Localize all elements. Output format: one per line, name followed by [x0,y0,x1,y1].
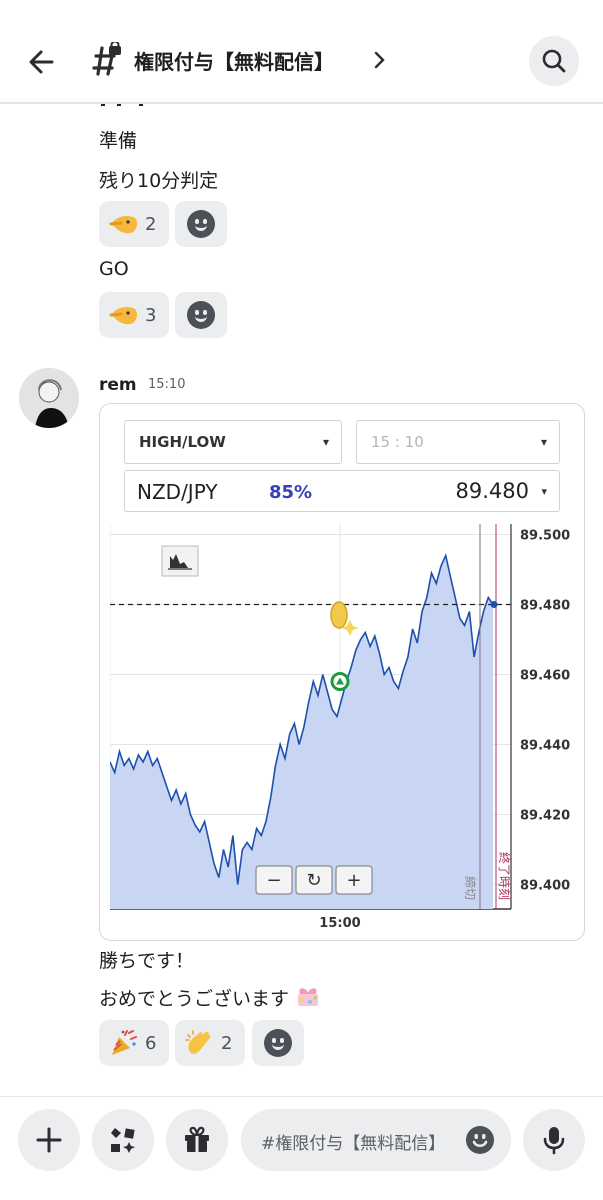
voice-message-button[interactable] [523,1109,585,1171]
search-icon [542,49,566,73]
apps-button[interactable] [92,1109,154,1171]
locked-channel-icon [88,40,124,78]
current-rate: 89.480 [455,479,529,503]
message-timestamp: 15:10 [148,377,186,392]
plus-icon: + [346,870,361,891]
back-button[interactable] [22,42,62,82]
arrow-left-icon [29,50,54,74]
trade-type-select[interactable]: HIGH/LOW ▾ [124,420,342,464]
minus-icon: − [266,870,281,891]
add-reaction-button[interactable] [175,292,227,338]
author-name[interactable]: rem [99,375,137,395]
dropdown-caret-icon: ▾ [541,485,547,498]
cutoff-label: 締切 [463,876,478,900]
plus-icon [36,1127,62,1153]
y-tick-label: 89.440 [520,739,570,754]
emoji-icon [466,1126,494,1154]
y-tick-label: 89.460 [520,669,570,684]
y-tick-label: 89.500 [520,529,570,544]
reaction-pill[interactable]: 2 [175,1020,245,1066]
zoom-reset-button[interactable]: ↻ [295,865,333,895]
y-tick-label: 89.420 [520,809,570,824]
zoom-in-button[interactable]: + [335,865,373,895]
x-axis-labels: 15:00 [319,916,360,931]
currency-pair-select[interactable]: NZD/JPY 85% 89.480 ▾ [124,470,560,512]
emoji-picker-button[interactable] [465,1125,495,1155]
reaction-pill[interactable]: 6 [99,1020,169,1066]
message-input[interactable]: #権限付与【無料配信】 [241,1109,511,1171]
entry-up-marker-icon [330,672,350,691]
message-input-placeholder: #権限付与【無料配信】 [261,1134,446,1154]
clipped-text-fragment [99,104,159,110]
party-popper-icon [112,1030,137,1055]
chevron-right-icon[interactable] [370,48,390,72]
reaction-count: 2 [221,1032,233,1054]
message-text: GO [99,258,129,280]
reaction-count: 2 [145,213,157,235]
refresh-icon: ↻ [306,870,321,891]
pointing-face-icon [109,307,138,325]
y-tick-label: 89.400 [520,879,570,894]
expiry-time-label: 15 : 10 [371,433,424,451]
currency-pair: NZD/JPY [137,480,218,504]
channel-header: 権限付与【無料配信】 [0,0,603,104]
x-tick-label: 15:00 [319,916,360,931]
clapping-hands-icon [185,1030,211,1054]
channel-title[interactable]: 権限付与【無料配信】 [134,46,334,75]
trade-type-label: HIGH/LOW [139,433,226,451]
message-text: おめでとうございます [99,984,321,1011]
message-text-body: おめでとうございます [99,988,290,1010]
message-compose-bar: #権限付与【無料配信】 [0,1096,603,1200]
apps-icon [111,1128,135,1153]
reaction-count: 6 [145,1032,157,1054]
attached-image[interactable]: HIGH/LOW ▾ 15 : 10 ▾ NZD/JPY 85% 89.480 … [99,403,585,941]
message-text: 準備 [99,130,138,152]
reaction-pill[interactable]: 3 [99,292,169,338]
placeholder-channel-name: 権限付与【無料配信】 [275,1134,446,1154]
price-chart: 89.500 89.480 89.460 89.440 89.420 89.400 15:… [110,524,576,932]
add-reaction-icon [264,1029,292,1057]
payout-rate: 85% [269,482,313,503]
add-reaction-icon [187,210,215,238]
expiry-time-select[interactable]: 15 : 10 ▾ [356,420,560,464]
user-avatar-image [19,368,79,428]
dropdown-caret-icon: ▾ [540,435,547,449]
gift-icon [185,1126,209,1152]
add-reaction-button[interactable] [175,201,227,247]
attach-button[interactable] [18,1109,80,1171]
reaction-count: 3 [145,304,157,326]
gift-ribbon-icon [298,988,319,1006]
add-reaction-icon [187,301,215,329]
y-tick-label: 89.480 [520,599,570,614]
add-reaction-button[interactable] [252,1020,304,1066]
zoom-out-button[interactable]: − [255,865,293,895]
avatar[interactable] [19,368,79,428]
search-button[interactable] [529,36,579,86]
message-text: 勝ちです！ [99,950,195,972]
message-text: 残り10分判定 [99,170,219,192]
dropdown-caret-icon: ▾ [322,435,329,449]
gift-button[interactable] [166,1109,228,1171]
current-price-dot [490,601,498,608]
reaction-pill[interactable]: 2 [99,201,169,247]
end-time-label: 終了時刻 [497,852,512,900]
pointing-face-icon [109,216,138,234]
microphone-icon [543,1127,565,1155]
chart-type-icon[interactable] [161,545,199,577]
